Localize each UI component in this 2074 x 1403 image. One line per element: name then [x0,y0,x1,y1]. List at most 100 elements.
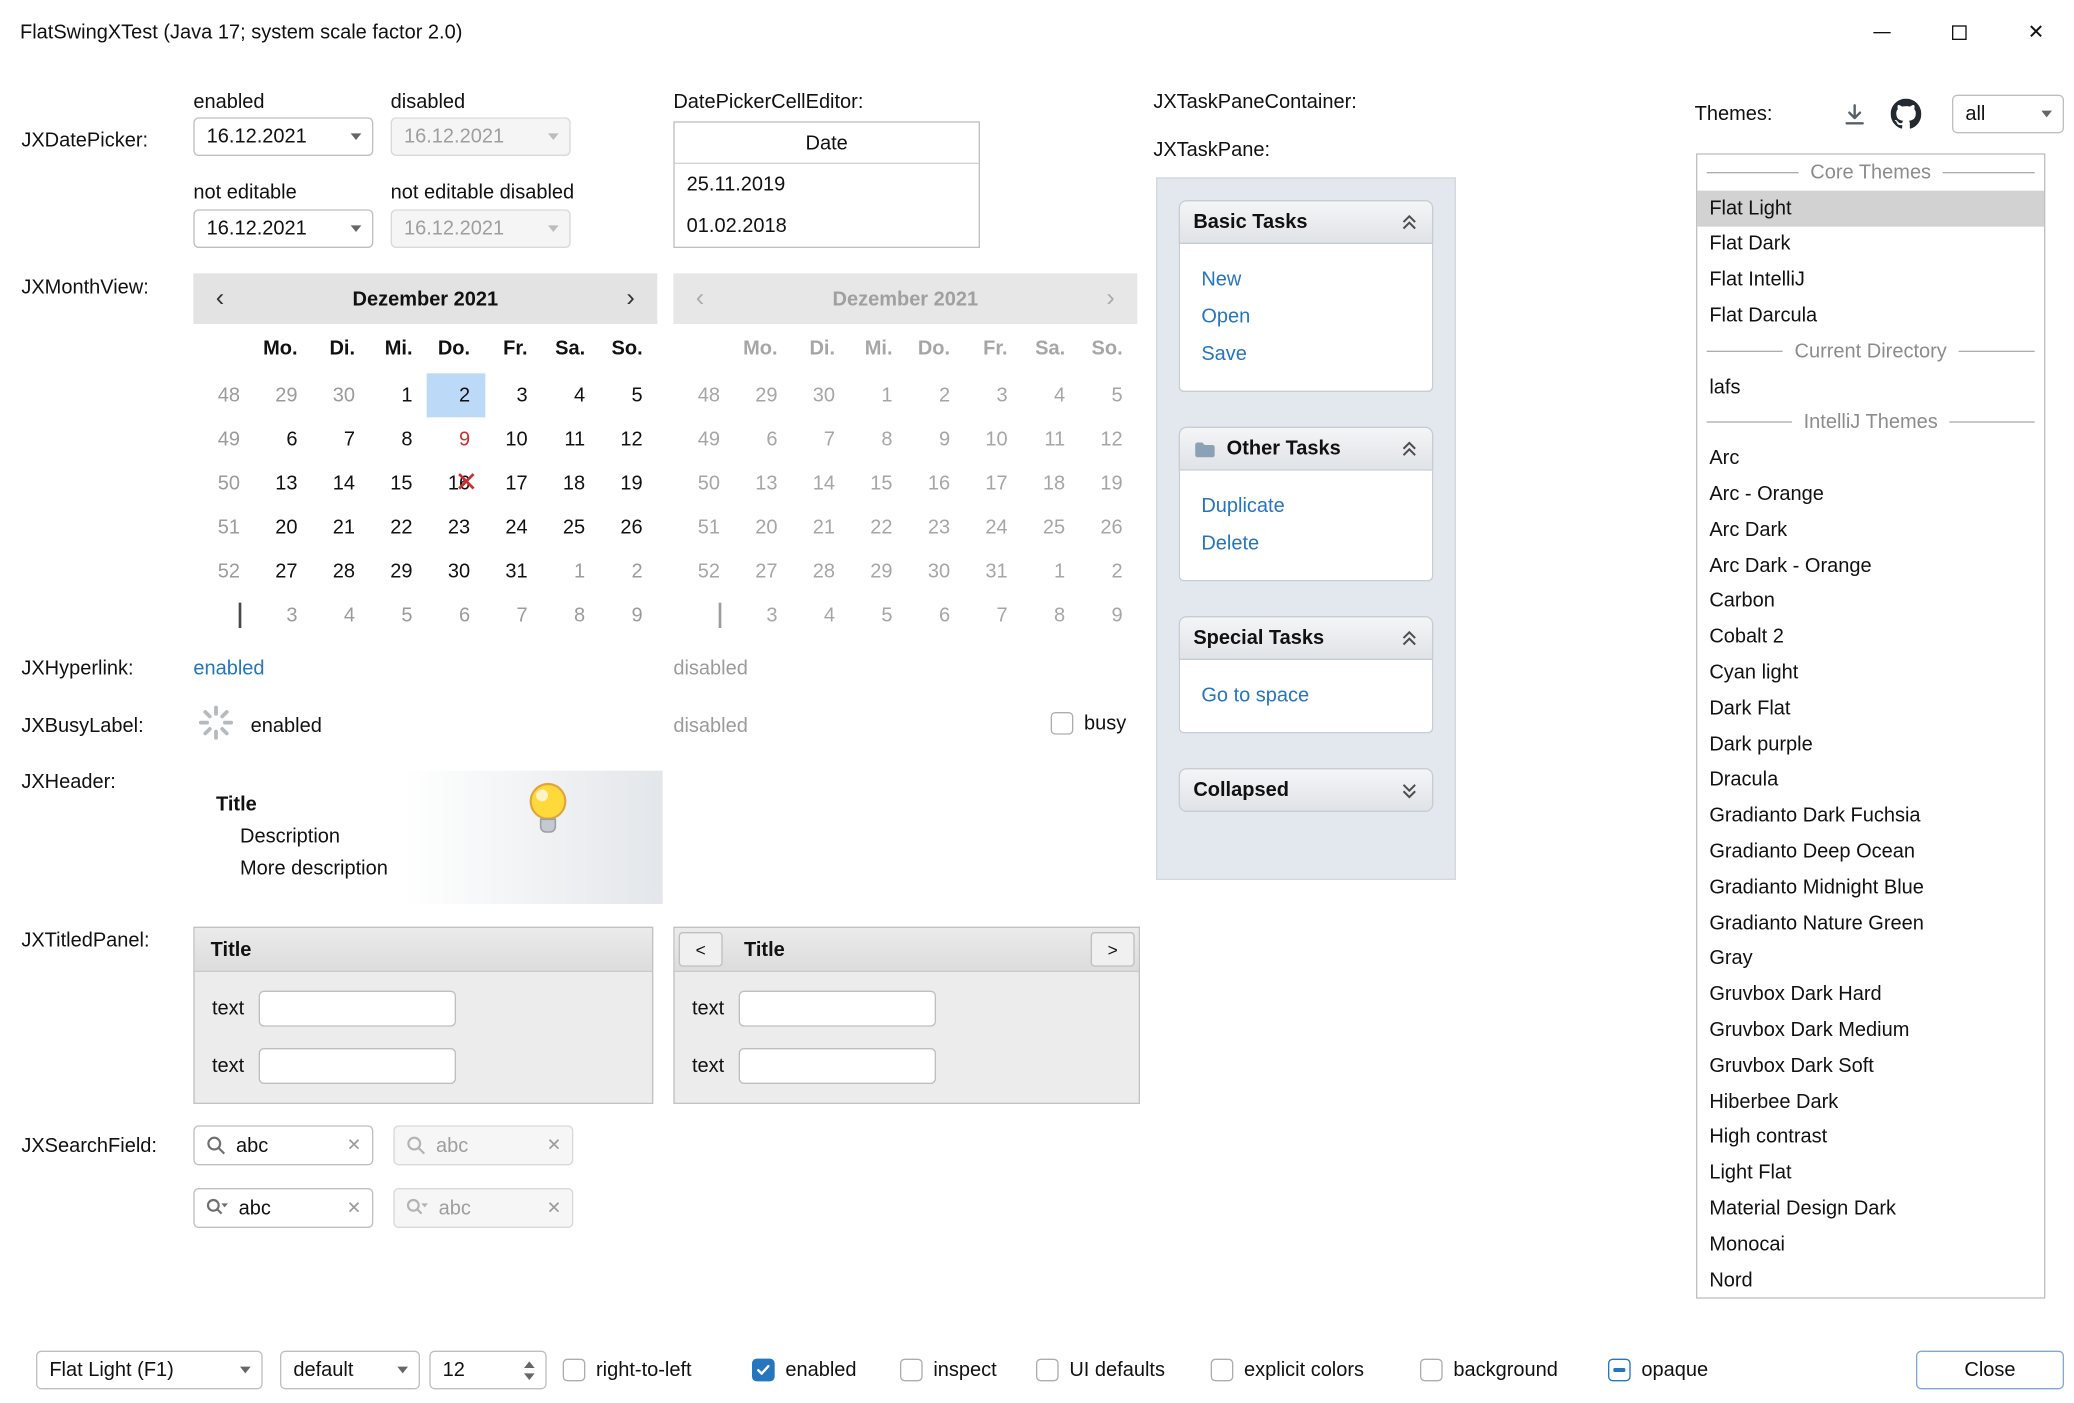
calendar-day[interactable]: 30 [907,549,965,593]
theme-item[interactable]: Arc [1697,440,2044,476]
calendar-day[interactable]: 17 [965,461,1023,505]
taskpane-link[interactable]: Delete [1201,525,1410,562]
theme-item[interactable]: Arc Dark [1697,512,2044,548]
calendar-day[interactable]: 19 [600,461,658,505]
taskpane-header[interactable]: Collapsed [1179,768,1434,812]
titledpanel-text-input[interactable] [739,1048,936,1084]
theme-item[interactable]: Flat Light [1697,190,2044,226]
calendar-day[interactable]: 4 [1022,373,1080,417]
calendar-day[interactable]: 25 [1022,505,1080,549]
theme-item[interactable]: Dark purple [1697,726,2044,762]
table-row[interactable]: 01.02.2018 [675,205,979,246]
titledpanel-text-input[interactable] [739,991,936,1027]
searchfield-enabled[interactable]: abc ✕ [193,1125,373,1165]
next-button[interactable]: > [1091,932,1135,967]
calendar-day[interactable]: 21 [792,505,850,549]
calendar-day[interactable]: 26 [600,505,658,549]
calendar-day[interactable]: 31 [965,549,1023,593]
calendar-day[interactable]: 28 [792,549,850,593]
checkbox-right-to-left[interactable]: right-to-left [563,1351,692,1390]
taskpane-header[interactable]: Special Tasks [1179,616,1434,660]
calendar-day[interactable]: 6 [255,417,313,461]
theme-item[interactable]: Gradianto Deep Ocean [1697,834,2044,870]
theme-item[interactable]: Flat Darcula [1697,298,2044,334]
calendar-day[interactable]: 11 [542,417,600,461]
calendar-day[interactable]: 4 [542,373,600,417]
calendar-day[interactable]: 9 [1080,593,1138,637]
calendar-day[interactable]: 24 [485,505,543,549]
calendar-day[interactable]: 13 [735,461,793,505]
calendar-day[interactable]: 1 [370,373,428,417]
calendar-day[interactable]: 22 [370,505,428,549]
close-button[interactable]: Close [1916,1351,2064,1390]
calendar-day[interactable]: 22 [850,505,908,549]
theme-item[interactable]: Flat IntelliJ [1697,262,2044,298]
calendar-day[interactable]: 7 [485,593,543,637]
taskpane-link[interactable]: Go to space [1201,677,1410,714]
calendar-day[interactable]: 29 [370,549,428,593]
calendar-day[interactable]: 17 [485,461,543,505]
theme-item[interactable]: Carbon [1697,583,2044,619]
calendar-day[interactable]: 8 [370,417,428,461]
calendar-day[interactable]: 18 [542,461,600,505]
calendar-day[interactable]: 6 [735,417,793,461]
taskpane-link[interactable]: Duplicate [1201,488,1410,525]
calendar-day[interactable]: 20 [735,505,793,549]
theme-item[interactable]: Dark Flat [1697,691,2044,727]
calendar-day[interactable]: 1 [542,549,600,593]
calendar-day[interactable]: 1 [1022,549,1080,593]
busy-checkbox[interactable]: busy [1051,704,1127,743]
theme-item[interactable]: Gradianto Dark Fuchsia [1697,798,2044,834]
calendar-day[interactable]: 4 [792,593,850,637]
calendar-day[interactable]: 16 [427,461,485,505]
theme-item[interactable]: Gruvbox Dark Hard [1697,976,2044,1012]
theme-item[interactable]: Nord [1697,1262,2044,1298]
calendar-day[interactable]: 27 [735,549,793,593]
spinner-buttons[interactable] [513,1352,545,1388]
calendar-day[interactable]: 30 [792,373,850,417]
theme-item[interactable]: Arc Dark - Orange [1697,548,2044,584]
theme-item[interactable]: Light Flat [1697,1155,2044,1191]
search-menu-icon[interactable] [205,1197,229,1218]
prev-month-button[interactable]: ‹ [193,284,246,313]
themes-filter-combo[interactable]: all [1952,95,2064,134]
calendar-day[interactable]: 14 [312,461,370,505]
calendar-day[interactable]: 3 [965,373,1023,417]
calendar-day[interactable]: 8 [542,593,600,637]
theme-item[interactable]: Hiberbee Dark [1697,1084,2044,1120]
theme-item[interactable]: Gruvbox Dark Medium [1697,1012,2044,1048]
theme-item[interactable]: Material Design Dark [1697,1191,2044,1227]
calendar-day[interactable]: 2 [907,373,965,417]
clear-icon[interactable]: ✕ [347,1197,362,1218]
calendar-day[interactable]: 15 [370,461,428,505]
github-icon[interactable] [1888,96,1923,131]
calendar-day[interactable]: 12 [1080,417,1138,461]
table-row[interactable]: 25.11.2019 [675,164,979,205]
calendar-day[interactable]: 5 [1080,373,1138,417]
calendar-day[interactable]: 2 [1080,549,1138,593]
searchfield-menu-enabled[interactable]: abc ✕ [193,1188,373,1228]
calendar-day[interactable]: 20 [255,505,313,549]
taskpane-link[interactable]: Open [1201,299,1410,336]
calendar-day[interactable]: 29 [255,373,313,417]
laf-combo[interactable]: Flat Light (F1) [36,1351,263,1390]
calendar-day[interactable]: 31 [485,549,543,593]
calendar-day[interactable]: 14 [792,461,850,505]
checkbox-ui-defaults[interactable]: UI defaults [1036,1351,1165,1390]
calendar-day[interactable]: 8 [850,417,908,461]
calendar-day[interactable]: 2 [600,549,658,593]
theme-item[interactable]: Cyan light [1697,655,2044,691]
calendar-day[interactable]: 30 [312,373,370,417]
calendar-day[interactable]: 3 [255,593,313,637]
close-window-button[interactable]: ✕ [1997,0,2074,64]
calendar-day[interactable]: 25 [542,505,600,549]
taskpane-header[interactable]: Other Tasks [1179,427,1434,471]
calendar-day[interactable]: 5 [850,593,908,637]
calendar-day[interactable]: 7 [792,417,850,461]
theme-item[interactable]: Cobalt 2 [1697,619,2044,655]
theme-item[interactable]: lafs [1697,369,2044,405]
calendar-day[interactable]: 6 [427,593,485,637]
titledpanel-text-input[interactable] [259,1048,456,1084]
calendar-day[interactable]: 18 [1022,461,1080,505]
checkbox-explicit-colors[interactable]: explicit colors [1211,1351,1364,1390]
